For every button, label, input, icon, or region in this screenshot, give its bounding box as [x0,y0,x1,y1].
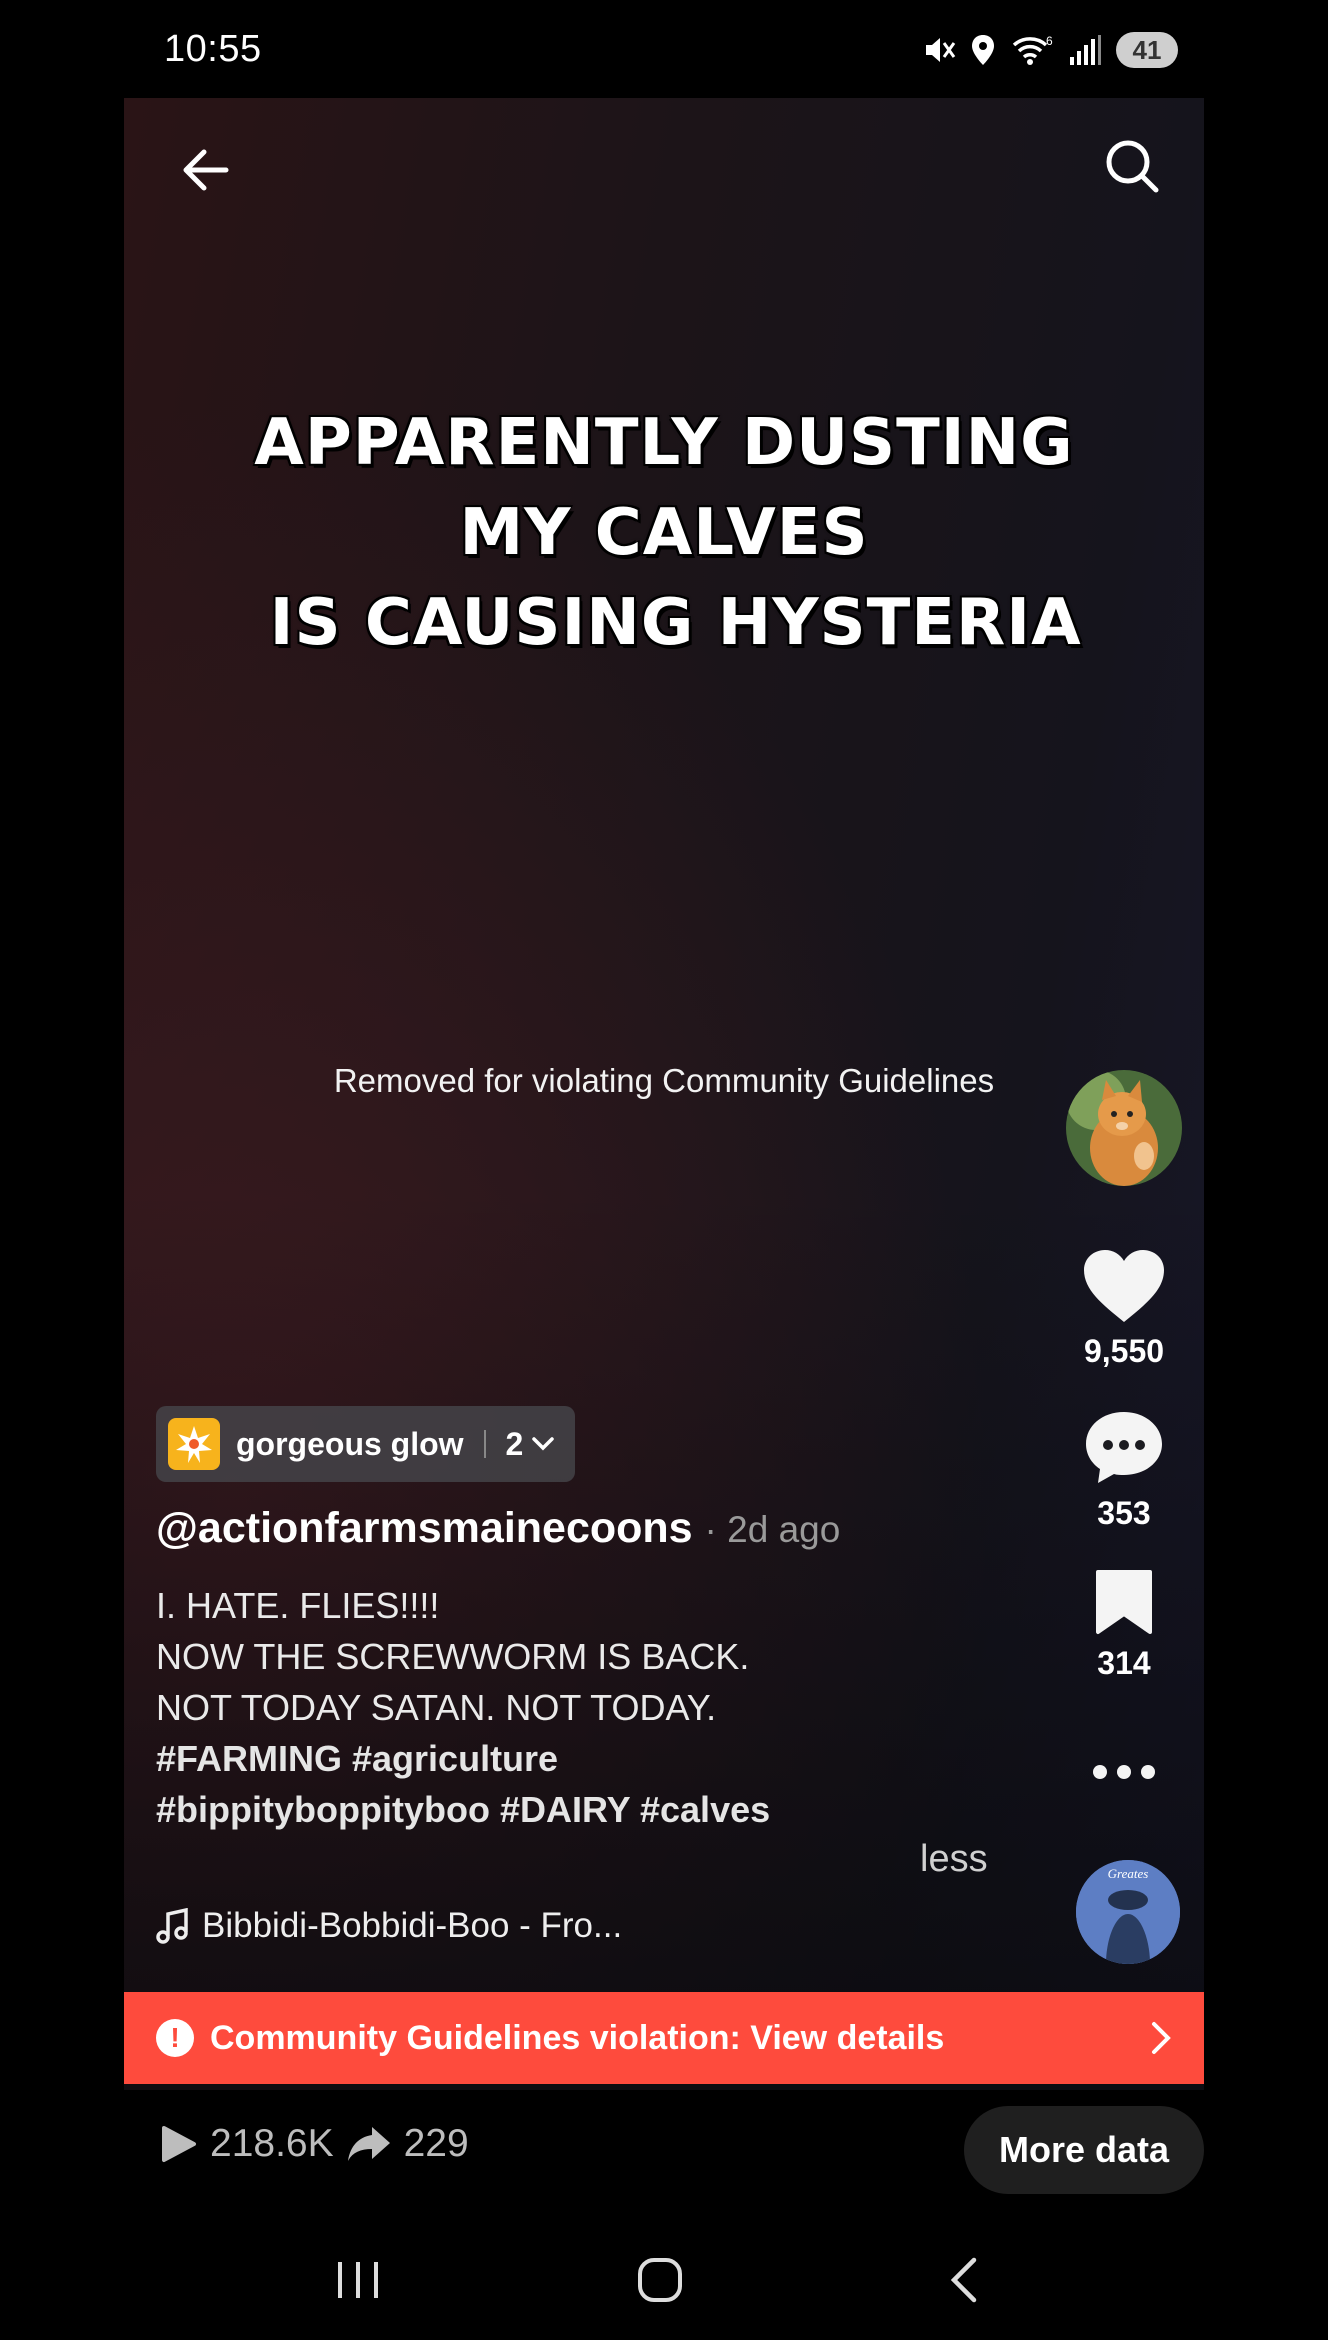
music-disc[interactable]: Greates [1076,1860,1180,1964]
hashtags-line[interactable]: #FARMING #agriculture [156,1733,770,1784]
chevron-down-icon [532,1437,555,1451]
chevron-right-icon [1152,2022,1171,2054]
album-art-image: Greates [1076,1860,1180,1964]
battery-icon: 41 [1116,32,1178,68]
overlay-line: APPARENTLY DUSTING [254,406,1074,480]
status-time: 10:55 [164,28,262,70]
back-nav-icon[interactable] [946,2256,980,2304]
sparkle-effect-icon [168,1418,220,1470]
music-title: Bibbidi-Bobbidi-Boo - Fro... [202,1906,623,1945]
view-count: 218.6K [210,2122,334,2165]
overlay-line: MY CALVES [459,496,869,570]
album-art-text: Greates [1108,1866,1149,1881]
like-count: 9,550 [1083,1333,1165,1369]
bookmark-icon [1096,1570,1152,1634]
effect-chip[interactable]: gorgeous glow 2 [156,1406,576,1482]
share-count: 229 [403,2122,469,2165]
effect-name: gorgeous glow [236,1425,464,1462]
overlay-line: IS CAUSING HYSTERIA [246,586,1082,660]
post-author[interactable]: @actionfarmsmainecoons · 2d ago [156,1504,840,1553]
effect-divider [483,1430,486,1458]
share-arrow-icon [347,2127,390,2161]
less-toggle[interactable]: less [920,1838,988,1881]
heart-icon [1084,1250,1164,1322]
music-info[interactable]: Bibbidi-Bobbidi-Boo - Fro... [156,1906,622,1946]
warning-icon: ! [156,2019,194,2057]
effect-count-dropdown[interactable]: 2 [506,1426,556,1463]
like-button[interactable]: 9,550 [1054,1248,1194,1370]
effect-count: 2 [505,1425,524,1462]
signal-icon [1070,35,1101,65]
video-stats: 218.6K 229 [160,2122,469,2166]
comment-button[interactable]: 353 [1054,1408,1194,1532]
video-overlay-text: APPARENTLY DUSTING MY CALVES IS CAUSING … [124,398,1204,668]
hashtags-line[interactable]: #bippityboppityboo #DAIRY #calves [156,1784,770,1835]
caption-line: NOT TODAY SATAN. NOT TODAY. [156,1687,717,1728]
creator-avatar[interactable] [1066,1070,1182,1186]
more-dots-icon [1093,1765,1155,1779]
svg-text:6: 6 [1046,34,1053,48]
wifi-icon: 6 [1012,34,1053,65]
system-nav-bar [0,2220,1328,2340]
home-icon[interactable] [636,2256,684,2304]
more-data-button[interactable]: More data [964,2106,1204,2194]
violation-banner[interactable]: ! Community Guidelines violation: View d… [124,1992,1204,2084]
more-options-button[interactable] [1054,1760,1194,1789]
status-bar: 10:55 6 41 [0,0,1328,96]
back-arrow-icon[interactable] [174,138,238,202]
caption-line: I. HATE. FLIES!!!! [156,1585,440,1626]
comment-icon [1086,1412,1162,1483]
username[interactable]: @actionfarmsmainecoons [156,1504,693,1552]
post-time: · 2d ago [704,1509,841,1550]
save-button[interactable]: 314 [1054,1568,1194,1682]
recent-apps-icon[interactable] [336,2256,380,2304]
post-caption: I. HATE. FLIES!!!! NOW THE SCREWWORM IS … [156,1580,770,1835]
video-screen[interactable]: APPARENTLY DUSTING MY CALVES IS CAUSING … [124,98,1204,2090]
location-icon [972,35,994,65]
save-count: 314 [1097,1645,1151,1681]
comment-count: 353 [1097,1495,1151,1531]
music-note-icon [156,1908,188,1944]
removed-notice: Removed for violating Community Guidelin… [333,1062,995,1099]
caption-line: NOW THE SCREWWORM IS BACK. [156,1636,750,1677]
play-icon [162,2126,196,2162]
status-icons: 6 41 [922,28,1178,72]
violation-text: Community Guidelines violation: View det… [210,2018,945,2057]
search-icon[interactable] [1100,134,1164,198]
cat-avatar-image [1066,1070,1182,1186]
mute-icon [926,38,956,62]
